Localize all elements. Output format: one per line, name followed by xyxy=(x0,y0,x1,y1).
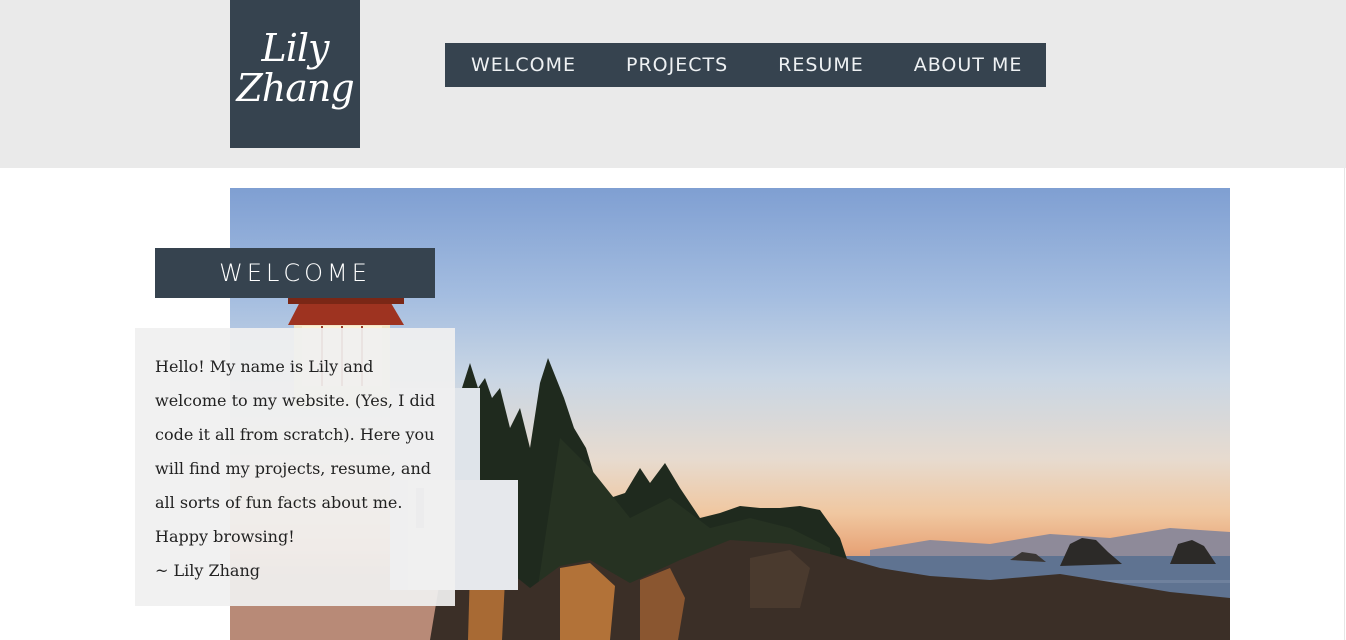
welcome-heading: WELCOME xyxy=(155,248,435,298)
site-logo[interactable]: Lily Zhang xyxy=(230,0,360,148)
welcome-signature: ~ Lily Zhang xyxy=(155,561,260,580)
nav-link-about-me[interactable]: ABOUT ME xyxy=(914,54,1023,76)
nav-link-welcome[interactable]: WELCOME xyxy=(471,54,576,76)
welcome-panel: Hello! My name is Lily and welcome to my… xyxy=(135,328,455,606)
logo-last-name: Zhang xyxy=(236,66,354,110)
nav-link-resume[interactable]: RESUME xyxy=(778,54,864,76)
page-edge-divider xyxy=(1344,168,1345,640)
nav-link-projects[interactable]: PROJECTS xyxy=(626,54,728,76)
main-nav: WELCOME PROJECTS RESUME ABOUT ME xyxy=(445,43,1046,87)
welcome-intro-text: Hello! My name is Lily and welcome to my… xyxy=(155,357,436,546)
site-header: Lily Zhang WELCOME PROJECTS RESUME ABOUT… xyxy=(0,0,1346,168)
logo-first-name: Lily xyxy=(261,26,329,70)
